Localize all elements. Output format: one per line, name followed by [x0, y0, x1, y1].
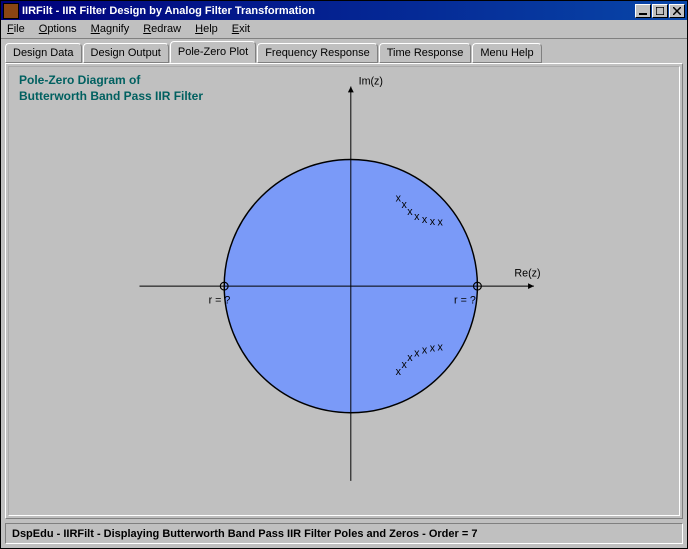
tab-menu-help[interactable]: Menu Help	[472, 43, 541, 63]
pole-zero-plot: Im(z) Re(z) r = ? r = ? x x x x x x x	[9, 67, 679, 515]
menu-exit[interactable]: Exit	[232, 23, 250, 35]
window-controls	[635, 4, 685, 18]
maximize-button[interactable]	[652, 4, 668, 18]
tab-design-data[interactable]: Design Data	[5, 43, 82, 63]
svg-text:x: x	[414, 347, 420, 359]
im-axis-label: Im(z)	[359, 76, 383, 88]
close-icon	[673, 7, 681, 15]
content-panel: Pole-Zero Diagram of Butterworth Band Pa…	[5, 63, 683, 519]
svg-text:x: x	[422, 214, 428, 226]
menu-file[interactable]: File	[7, 23, 25, 35]
menu-redraw[interactable]: Redraw	[143, 23, 181, 35]
re-axis-label: Re(z)	[514, 267, 540, 279]
r-label-right: r = ?	[454, 295, 476, 307]
r-label-left: r = ?	[209, 295, 231, 307]
titlebar: IIRFilt - IIR Filter Design by Analog Fi…	[1, 1, 687, 20]
menu-magnify[interactable]: Magnify	[91, 23, 130, 35]
menu-options[interactable]: Options	[39, 23, 77, 35]
minimize-button[interactable]	[635, 4, 651, 18]
app-icon	[3, 3, 19, 19]
menubar: File Options Magnify Redraw Help Exit	[1, 20, 687, 39]
svg-text:x: x	[430, 342, 436, 354]
status-text: DspEdu - IIRFilt - Displaying Butterwort…	[12, 528, 477, 540]
minimize-icon	[639, 7, 647, 15]
svg-text:x: x	[407, 206, 413, 218]
svg-text:x: x	[414, 211, 420, 223]
statusbar: DspEdu - IIRFilt - Displaying Butterwort…	[5, 523, 683, 544]
menu-help[interactable]: Help	[195, 23, 218, 35]
svg-text:x: x	[430, 216, 436, 228]
tab-frequency-response[interactable]: Frequency Response	[257, 43, 378, 63]
tabbar: Design Data Design Output Pole-Zero Plot…	[1, 41, 687, 63]
close-button[interactable]	[669, 4, 685, 18]
tab-time-response[interactable]: Time Response	[379, 43, 472, 63]
svg-text:x: x	[437, 341, 443, 353]
svg-text:x: x	[407, 352, 413, 364]
svg-text:x: x	[437, 217, 443, 229]
tab-pole-zero-plot[interactable]: Pole-Zero Plot	[170, 41, 256, 63]
svg-text:x: x	[422, 344, 428, 356]
plot-panel: Pole-Zero Diagram of Butterworth Band Pa…	[8, 66, 680, 516]
titlebar-text: IIRFilt - IIR Filter Design by Analog Fi…	[22, 5, 635, 17]
maximize-icon	[656, 7, 664, 15]
tab-design-output[interactable]: Design Output	[83, 43, 169, 63]
app-window: IIRFilt - IIR Filter Design by Analog Fi…	[0, 0, 688, 549]
